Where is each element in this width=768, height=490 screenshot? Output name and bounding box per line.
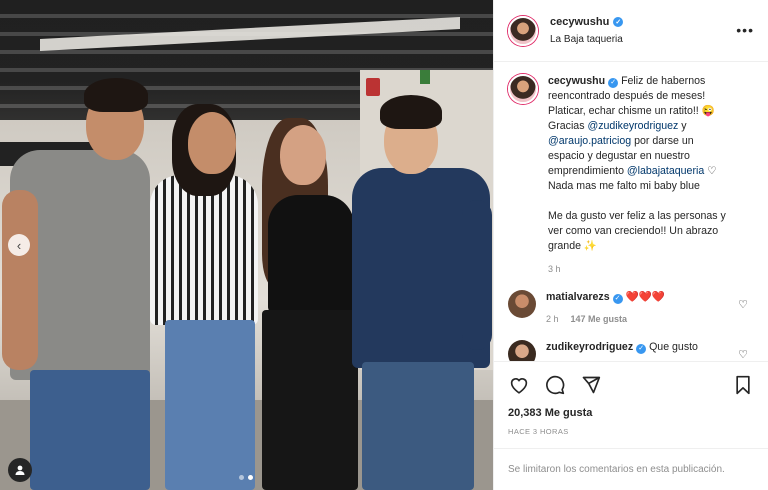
comment-username[interactable]: matialvarezs bbox=[546, 291, 610, 303]
comments-limited-notice: Se limitaron los comentarios en esta pub… bbox=[494, 448, 768, 490]
verified-icon: ✓ bbox=[608, 77, 619, 88]
avatar[interactable] bbox=[508, 15, 538, 46]
likes-count[interactable]: 20,383 Me gusta bbox=[494, 407, 768, 419]
chevron-left-icon[interactable]: ‹ bbox=[8, 234, 30, 256]
photo-exit-sign bbox=[366, 78, 380, 96]
location-link[interactable]: La Baja taqueria bbox=[550, 34, 623, 45]
avatar[interactable] bbox=[508, 74, 538, 104]
comments-section[interactable]: cecywushu ✓ Feliz de habernos reencontrad… bbox=[494, 62, 768, 361]
bookmark-icon[interactable] bbox=[732, 374, 754, 396]
comment-item: matialvarezs ✓ ❤️❤️❤️ 2 h 147 Me gusta ♡ bbox=[508, 290, 754, 324]
comment-username[interactable]: zudikeyrodriguez bbox=[546, 341, 633, 353]
comment-time[interactable]: 2 h bbox=[546, 314, 559, 324]
photo-sign bbox=[420, 70, 430, 84]
comment-item: zudikeyrodriguez ✓ Que gusto ♡ bbox=[508, 340, 754, 361]
caption-text-2: Me da gusto ver feliz a las personas y v… bbox=[548, 210, 726, 252]
carousel-dots bbox=[239, 475, 253, 480]
verified-icon: ✓ bbox=[612, 294, 623, 304]
avatar[interactable] bbox=[508, 290, 536, 318]
caption-text: y bbox=[678, 120, 687, 132]
verified-icon: ✓ bbox=[636, 344, 647, 354]
caption-time[interactable]: 3 h bbox=[548, 264, 733, 274]
header-username[interactable]: cecywushu bbox=[550, 16, 609, 28]
avatar[interactable] bbox=[508, 340, 536, 361]
post-photo[interactable]: ‹ bbox=[0, 0, 493, 490]
comment-text: ❤️❤️❤️ bbox=[622, 291, 666, 303]
mention-link[interactable]: @zudikeyrodriguez bbox=[587, 120, 678, 132]
heart-icon[interactable]: ♡ bbox=[738, 298, 748, 311]
mention-link[interactable]: @labajataqueria bbox=[627, 165, 704, 177]
posted-ago[interactable]: HACE 3 HORAS bbox=[494, 419, 768, 448]
instagram-post: ‹ cecywushu ✓ La Baja taqueria ••• cecyw… bbox=[0, 0, 768, 490]
post-sidebar: cecywushu ✓ La Baja taqueria ••• cecywus… bbox=[493, 0, 768, 490]
post-header: cecywushu ✓ La Baja taqueria ••• bbox=[494, 0, 768, 62]
carousel-dot bbox=[239, 475, 244, 480]
caption: cecywushu ✓ Feliz de habernos reencontrad… bbox=[508, 74, 754, 274]
action-bar bbox=[494, 361, 768, 407]
heart-icon[interactable] bbox=[508, 374, 530, 396]
carousel-dot-active bbox=[248, 475, 253, 480]
comment-text: Que gusto bbox=[646, 341, 698, 353]
verified-icon: ✓ bbox=[613, 17, 624, 27]
user-tag-icon[interactable] bbox=[8, 458, 32, 482]
caption-username[interactable]: cecywushu bbox=[548, 75, 605, 87]
mention-link[interactable]: @araujo.patriciog bbox=[548, 135, 631, 147]
more-icon[interactable]: ••• bbox=[736, 22, 754, 38]
share-icon[interactable] bbox=[580, 374, 602, 396]
heart-icon[interactable]: ♡ bbox=[738, 348, 748, 361]
comment-likes[interactable]: 147 Me gusta bbox=[571, 314, 628, 324]
comment-icon[interactable] bbox=[544, 374, 566, 396]
